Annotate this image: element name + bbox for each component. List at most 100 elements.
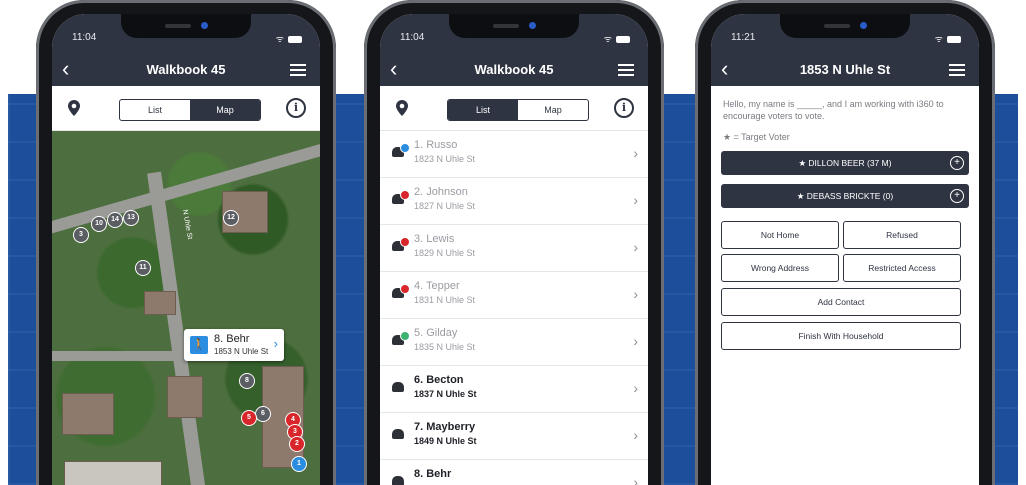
list-map-toggle: List Map [447, 99, 589, 121]
map-marker[interactable]: 3 [74, 228, 88, 242]
map-marker[interactable]: 6 [256, 407, 270, 421]
household-name: 6. Becton [414, 374, 464, 386]
household-name: 7. Mayberry [414, 421, 476, 433]
speaker [493, 24, 519, 28]
building [64, 461, 162, 485]
map-marker[interactable]: 14 [108, 213, 122, 227]
building [167, 376, 203, 418]
household-list: 1. Russo 1823 N Uhle St › 2. Johnson 1827 N … [380, 131, 648, 485]
list-item[interactable]: 4. Tepper 1831 N Uhle St › [380, 272, 648, 319]
map-marker[interactable]: 1 [292, 457, 306, 471]
back-icon[interactable]: ‹ [62, 57, 69, 81]
status-dot [400, 331, 410, 341]
location-pin-icon[interactable] [396, 100, 408, 116]
household-name: 4. Tepper [414, 280, 460, 292]
household-name: 3. Lewis [414, 233, 455, 245]
household-address: 1835 N Uhle St [414, 342, 476, 352]
household-address: 1829 N Uhle St [414, 248, 476, 258]
status-time: 11:21 [731, 32, 756, 43]
canvass-script: Hello, my name is _____, and I am workin… [723, 99, 944, 121]
tab-map[interactable]: Map [518, 100, 588, 120]
map-marker[interactable]: 12 [224, 211, 238, 225]
list-item[interactable]: 5. Gilday 1835 N Uhle St › [380, 319, 648, 366]
household-address: 1837 N Uhle St [414, 389, 477, 399]
building [144, 291, 176, 315]
back-icon[interactable]: ‹ [390, 57, 397, 81]
list-item[interactable]: 7. Mayberry 1849 N Uhle St › [380, 413, 648, 460]
expand-plus-icon[interactable]: + [950, 189, 964, 203]
status-dot [400, 190, 410, 200]
map-marker[interactable]: 13 [124, 211, 138, 225]
wrong-address-button[interactable]: Wrong Address [721, 254, 839, 282]
list-item[interactable]: 6. Becton 1837 N Uhle St › [380, 366, 648, 413]
voter-button[interactable]: ★ DEBASS BRICKTE (0) + [721, 184, 969, 208]
tab-map[interactable]: Map [190, 100, 260, 120]
page-title: 1853 N Uhle St [799, 62, 891, 77]
building [62, 393, 114, 435]
map-marker[interactable]: 8 [240, 374, 254, 388]
map-marker[interactable]: 5 [242, 411, 256, 425]
chevron-right-icon: › [633, 239, 638, 255]
status-time: 11:04 [72, 32, 97, 43]
household-address: 1831 N Uhle St [414, 295, 476, 305]
phone-map-view: 11:04 ᯤ ‹ Walkbook 45 List Map i N Uhle … [36, 0, 336, 485]
add-contact-button[interactable]: Add Contact [721, 288, 961, 316]
map-marker[interactable]: 10 [92, 217, 106, 231]
chevron-right-icon: › [633, 145, 638, 161]
house-icon [392, 476, 404, 485]
chevron-right-icon: › [273, 336, 278, 351]
battery-icon [947, 36, 961, 44]
page-title: Walkbook 45 [146, 62, 226, 77]
household-name: 8. Behr [414, 468, 452, 480]
household-address: 1823 N Uhle St [414, 154, 476, 164]
info-icon[interactable]: i [614, 98, 634, 118]
list-map-toggle: List Map [119, 99, 261, 121]
not-home-button[interactable]: Not Home [721, 221, 839, 249]
screen: 11:21 ᯤ ‹ 1853 N Uhle St Hello, my name … [711, 14, 979, 485]
list-item[interactable]: 3. Lewis 1829 N Uhle St › [380, 225, 648, 272]
speaker [824, 24, 850, 28]
status-dot [400, 237, 410, 247]
view-toolbar: List Map i [380, 86, 648, 131]
street-label: N Uhle St [180, 209, 194, 240]
refused-button[interactable]: Refused [843, 221, 961, 249]
list-item[interactable]: 1. Russo 1823 N Uhle St › [380, 131, 648, 178]
chevron-right-icon: › [633, 192, 638, 208]
status-dot [400, 143, 410, 153]
expand-plus-icon[interactable]: + [950, 156, 964, 170]
tab-list[interactable]: List [448, 100, 518, 120]
signal-battery-icons: ᯤ [935, 32, 961, 45]
phone-list-view: 11:04 ᯤ ‹ Walkbook 45 List Map i 1. Russ… [364, 0, 664, 485]
notch [449, 14, 579, 38]
voter-button[interactable]: ★ DILLON BEER (37 M) + [721, 151, 969, 175]
house-icon [392, 382, 404, 392]
hamburger-menu-icon[interactable] [618, 64, 634, 76]
location-pin-icon[interactable] [68, 100, 80, 116]
battery-icon [616, 36, 630, 44]
restricted-access-button[interactable]: Restricted Access [843, 254, 961, 282]
hamburger-menu-icon[interactable] [949, 64, 965, 76]
view-toolbar: List Map i [52, 86, 320, 131]
chevron-right-icon: › [633, 333, 638, 349]
finish-household-button[interactable]: Finish With Household [721, 322, 961, 350]
household-name: 2. Johnson [414, 186, 468, 198]
camera [860, 22, 867, 29]
house-icon [392, 429, 404, 439]
info-icon[interactable]: i [286, 98, 306, 118]
address-callout[interactable]: 🚶 8. Behr 1853 N Uhle St › [184, 329, 284, 361]
map-marker[interactable]: 11 [136, 261, 150, 275]
satellite-map[interactable]: N Uhle St 3 10 14 13 12 11 8 6 5 4 3 2 1… [52, 131, 320, 485]
battery-icon [288, 36, 302, 44]
list-item[interactable]: 8. Behr › [380, 460, 648, 485]
callout-name: 8. Behr [214, 333, 250, 345]
map-marker[interactable]: 2 [290, 437, 304, 451]
household-address: 1827 N Uhle St [414, 201, 476, 211]
tab-list[interactable]: List [120, 100, 190, 120]
chevron-right-icon: › [633, 380, 638, 396]
list-item[interactable]: 2. Johnson 1827 N Uhle St › [380, 178, 648, 225]
hamburger-menu-icon[interactable] [290, 64, 306, 76]
chevron-right-icon: › [633, 427, 638, 443]
household-address: 1849 N Uhle St [414, 436, 477, 446]
notch [121, 14, 251, 38]
back-icon[interactable]: ‹ [721, 57, 728, 81]
